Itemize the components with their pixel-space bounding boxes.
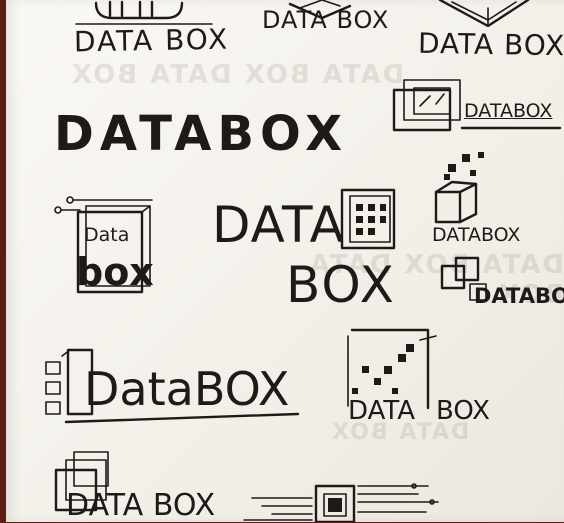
grid-box-icon [340,188,396,250]
wordmark-pixel-data: DATA [348,396,415,426]
wordmark-databox-script: DataBOX [84,362,290,416]
top-right-pyramid-icon [438,0,530,28]
wordmark-top-left: DATA BOX [73,22,230,59]
wordmark-small-box: DATABOX [474,284,564,308]
wordmark-top-right: DATA BOX [417,26,564,63]
wordmark-bold-databox: DATABOX [54,106,349,162]
wordmark-cubes: DATABOX [432,224,521,246]
wordmark-box-line: BOX [286,256,396,314]
top-left-cylinder-icon [94,0,184,20]
wordmark-frame-box: box [76,250,154,294]
wordmark-bottom-left: DATA BOX [66,488,216,523]
wordmark-pixel-box: BOX [436,396,490,426]
circuit-logo-icon [243,483,439,522]
wordmark-data-line: DATA [212,196,345,254]
stacked-cubes-icon [434,152,484,224]
wordmark-top-center: DATA BOX [262,6,390,34]
wordmark-nested-square: DATABOX [464,100,553,122]
wordmark-frame-data: Data [84,224,130,246]
